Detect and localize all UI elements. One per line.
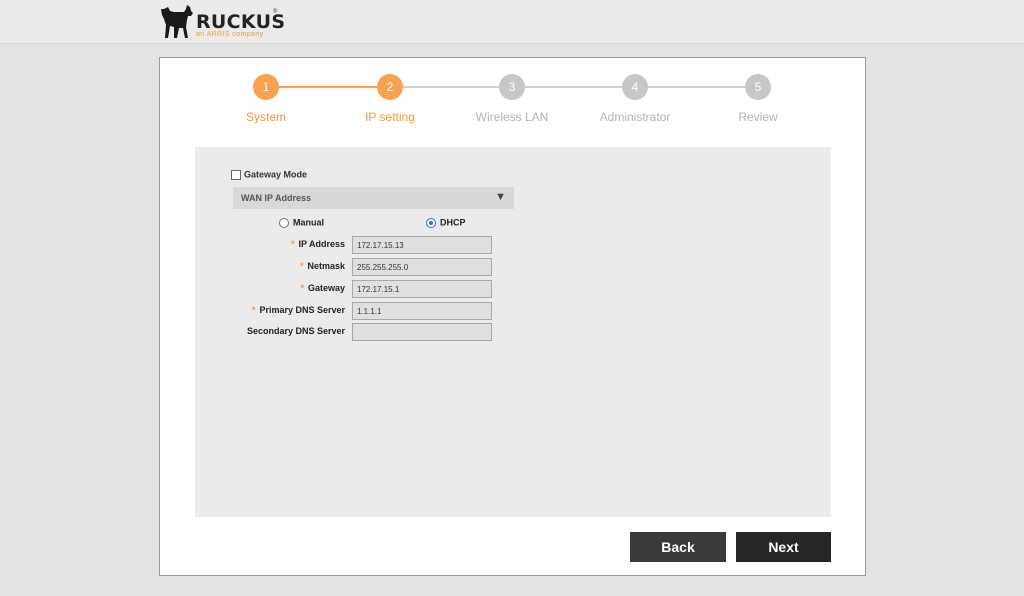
brand-trademark: ®: [273, 9, 278, 15]
primary-dns-input[interactable]: [352, 302, 492, 320]
radio-dhcp-label: DHCP: [440, 217, 466, 228]
field-netmask: * Netmask: [195, 258, 831, 276]
step-number: 3: [499, 74, 525, 100]
back-button[interactable]: Back: [630, 532, 726, 562]
field-label: * IP Address: [290, 239, 345, 249]
setup-wizard-card: 1 System 2 IP setting 3 Wireless LAN 4 A…: [159, 57, 866, 576]
step-system[interactable]: 1 System: [206, 74, 326, 124]
step-number: 4: [622, 74, 648, 100]
step-ip-setting[interactable]: 2 IP setting: [330, 74, 450, 124]
netmask-input[interactable]: [352, 258, 492, 276]
radio-manual[interactable]: Manual: [279, 217, 324, 228]
brand-tagline: an ARRIS company: [196, 31, 264, 38]
radio-circle[interactable]: [279, 217, 289, 228]
gateway-mode-label: Gateway Mode: [244, 169, 308, 180]
next-button[interactable]: Next: [736, 532, 831, 562]
field-label: * Gateway: [300, 283, 345, 293]
required-marker: *: [251, 305, 256, 315]
field-label: * Primary DNS Server: [251, 305, 345, 315]
step-administrator[interactable]: 4 Administrator: [575, 74, 695, 124]
step-number: 5: [745, 74, 771, 100]
step-number: 1: [253, 74, 279, 100]
ip-address-input[interactable]: [352, 236, 492, 254]
field-secondary-dns: Secondary DNS Server: [195, 323, 831, 341]
required-marker: *: [300, 283, 304, 293]
secondary-dns-input[interactable]: [352, 323, 492, 341]
step-label: Review: [738, 110, 778, 124]
step-label: Wireless LAN: [475, 110, 549, 124]
radio-dhcp[interactable]: DHCP: [426, 217, 466, 228]
ip-settings-panel: Gateway Mode WAN IP Address ▼ Manual DHC…: [195, 147, 831, 517]
field-label: * Netmask: [299, 261, 345, 271]
field-gateway: * Gateway: [195, 280, 831, 298]
step-label: IP setting: [365, 110, 415, 124]
radio-manual-label: Manual: [293, 217, 325, 228]
required-marker: *: [290, 239, 295, 249]
required-marker: *: [299, 261, 304, 271]
step-number: 2: [377, 74, 403, 100]
radio-circle-selected[interactable]: [426, 217, 436, 228]
wizard-stepper: 1 System 2 IP setting 3 Wireless LAN 4 A…: [160, 58, 865, 138]
field-label: Secondary DNS Server: [246, 326, 345, 336]
ruckus-logo: RUCKUS ® an ARRIS company: [160, 3, 290, 41]
chevron-down-icon: ▼: [495, 191, 506, 203]
gateway-mode-checkbox[interactable]: Gateway Mode: [231, 169, 307, 180]
dog-icon: [161, 5, 193, 38]
gateway-input[interactable]: [352, 280, 492, 298]
checkbox-box[interactable]: [231, 169, 241, 180]
brand-name: RUCKUS: [196, 11, 286, 33]
step-wireless-lan[interactable]: 3 Wireless LAN: [452, 74, 572, 124]
field-ip-address: * IP Address: [195, 236, 831, 254]
step-label: Administrator: [599, 110, 671, 124]
wan-select-label: WAN IP Address: [241, 193, 312, 203]
top-bar: RUCKUS ® an ARRIS company: [0, 0, 1024, 44]
wan-ip-address-select[interactable]: WAN IP Address ▼: [233, 187, 514, 209]
step-label: System: [245, 110, 286, 124]
field-primary-dns: * Primary DNS Server: [195, 302, 831, 320]
step-review[interactable]: 5 Review: [698, 74, 818, 124]
